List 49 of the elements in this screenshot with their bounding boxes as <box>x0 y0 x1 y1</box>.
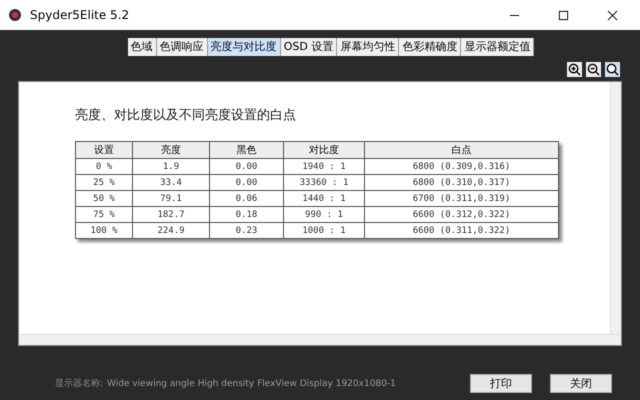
table-cell: 33.4 <box>132 174 210 190</box>
table-cell: 0.00 <box>210 174 284 190</box>
dialog-button[interactable]: 打印 <box>470 374 532 393</box>
table-cell: 100 % <box>76 222 132 238</box>
table-cell: 1440 : 1 <box>284 190 364 206</box>
tab[interactable]: 色彩精确度 <box>399 38 462 56</box>
zoom-fit-icon[interactable] <box>605 62 620 77</box>
tab[interactable]: 屏幕均匀性 <box>337 38 400 56</box>
display-name: Wide viewing angle High density FlexView Display 1920x1080-1 <box>107 378 396 388</box>
table-cell: 6800 (0.309,0.316) <box>364 158 558 174</box>
table-cell: 25 % <box>76 174 132 190</box>
column-header: 亮度 <box>132 142 210 158</box>
table-cell: 79.1 <box>132 190 210 206</box>
tab[interactable]: 显示器额定值 <box>461 38 534 56</box>
table-cell: 1.9 <box>132 158 210 174</box>
report-heading: 亮度、对比度以及不同亮度设置的白点 <box>75 107 297 124</box>
tab[interactable]: 亮度与对比度 <box>208 38 281 56</box>
table-cell: 6800 (0.310,0.317) <box>364 174 558 190</box>
table-cell: 0.06 <box>210 190 284 206</box>
table-cell: 33360 : 1 <box>284 174 364 190</box>
table-cell: 1000 : 1 <box>284 222 364 238</box>
column-header: 白点 <box>364 142 558 158</box>
table-cell: 6700 (0.311,0.319) <box>364 190 558 206</box>
tab[interactable]: OSD 设置 <box>280 38 338 56</box>
tab[interactable]: 色域 <box>128 38 157 56</box>
table-cell: 6600 (0.311,0.322) <box>364 222 558 238</box>
tab[interactable]: 色调响应 <box>156 38 208 56</box>
maximize-icon[interactable] <box>558 10 569 20</box>
table-cell: 990 : 1 <box>284 206 364 222</box>
close-icon[interactable] <box>607 10 618 20</box>
table-cell: 0.00 <box>210 158 284 174</box>
app-logo-icon <box>8 8 22 22</box>
table-cell: 1940 : 1 <box>284 158 364 174</box>
table-cell: 75 % <box>76 206 132 222</box>
table-cell: 6600 (0.312,0.322) <box>364 206 558 222</box>
column-header: 设置 <box>76 142 132 158</box>
table-cell: 50 % <box>76 190 132 206</box>
zoom-in-icon[interactable] <box>567 62 582 77</box>
dialog-button[interactable]: 关闭 <box>550 374 612 393</box>
column-header: 黑色 <box>210 142 284 158</box>
table-cell: 0.18 <box>210 206 284 222</box>
display-name-label: 显示器名称: <box>55 378 104 390</box>
window-title: Spyder5Elite 5.2 <box>30 8 130 22</box>
table-cell: 0 % <box>76 158 132 174</box>
zoom-out-icon[interactable] <box>586 62 601 77</box>
table-cell: 182.7 <box>132 206 210 222</box>
table-cell: 224.9 <box>132 222 210 238</box>
column-header: 对比度 <box>284 142 364 158</box>
table-cell: 0.23 <box>210 222 284 238</box>
